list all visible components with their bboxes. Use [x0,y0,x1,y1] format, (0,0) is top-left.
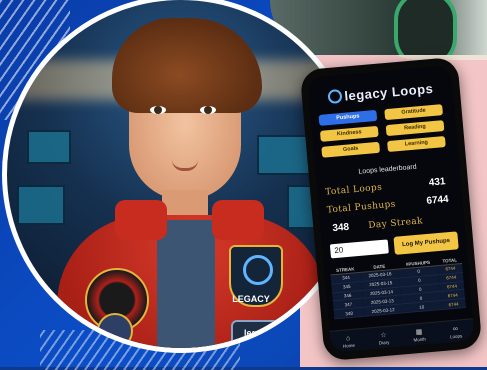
reading-button[interactable]: Reading [385,120,445,137]
day-streak-value: 348 [332,221,350,235]
phone: legacy Loops Pushups Gratitude Kindness … [299,56,483,362]
total-loops-value: 431 [428,176,446,189]
app-logo-text: legacy Loops [343,80,434,104]
phone-screen: legacy Loops Pushups Gratitude Kindness … [307,65,475,353]
goals-button[interactable]: Goals [321,141,381,158]
legacy-badge-patch: legacy [231,320,285,348]
nav-home[interactable]: ⌂ Home [342,334,355,349]
total-pushups-label: Total Pushups [326,199,397,216]
hair [112,18,262,113]
sleeve-shape [394,0,457,55]
total-pushups-value: 6744 [425,193,450,207]
right-eye [200,106,216,114]
day-streak-label: Day Streak [367,216,424,232]
bottom-nav: ⌂ Home ☆ Diary ▦ Month ∞ Loops [329,318,475,353]
logo-icon [327,88,344,104]
shirt [157,220,215,348]
nav-diary[interactable]: ☆ Diary [378,331,390,345]
nav-month[interactable]: ▦ Month [413,328,426,342]
pushups-button[interactable]: Pushups [318,109,378,126]
nav-loops[interactable]: ∞ Loops [449,325,463,339]
background-monitor [257,135,311,175]
gratitude-button[interactable]: Gratitude [384,104,444,121]
leaderboard-table: STREAK DATE #PUSHUPS TOTAL 344 2025-03-16… [329,256,466,319]
small-round-patch [97,313,133,348]
logo-ring-icon [243,255,273,285]
background-monitor [27,130,71,164]
learning-button[interactable]: Learning [387,136,446,153]
app-logo: legacy Loops [316,80,445,106]
boy-portrait: LEGACY legacy [2,0,360,353]
shield-patch-text: LEGACY [232,294,270,304]
left-collar [115,200,167,240]
background-monitor [17,185,65,225]
left-eye [150,106,166,114]
right-collar [212,200,264,240]
total-loops-label: Total Loops [324,182,383,198]
pushups-input[interactable]: 20 [329,239,389,259]
log-pushups-button[interactable]: Log My Pushups [393,231,459,255]
kindness-button[interactable]: Kindness [319,125,379,142]
